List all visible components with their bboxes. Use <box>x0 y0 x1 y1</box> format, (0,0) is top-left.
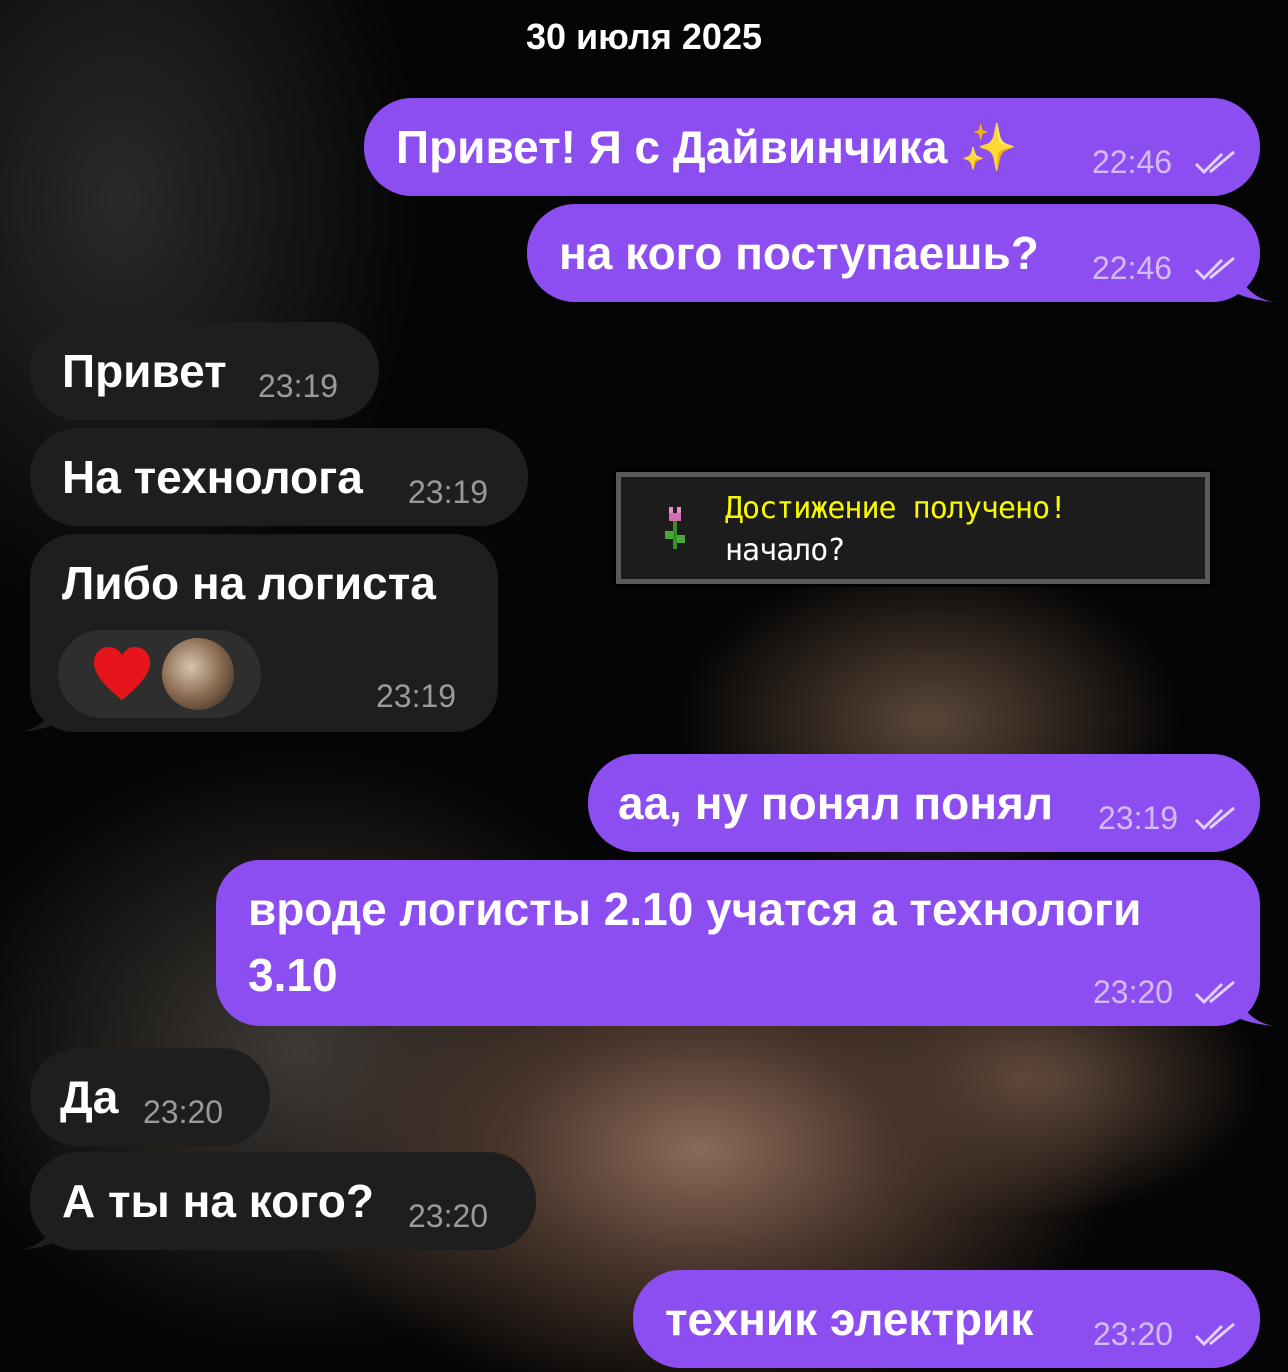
double-check-icon <box>1194 1322 1235 1347</box>
message-text: техник электрик <box>665 1293 1034 1345</box>
avatar <box>162 638 234 710</box>
achievement-sticker[interactable]: Достижение получено! начало? <box>613 469 1213 587</box>
message-time: 22:46 <box>1092 250 1173 286</box>
message-bubble-outgoing[interactable]: техник электрик 23:20 <box>633 1270 1260 1368</box>
message-bubble-outgoing[interactable]: аа, ну понял понял 23:19 <box>588 754 1260 852</box>
message-text-line-1: вроде логисты 2.10 учатся а технологи <box>248 883 1142 935</box>
message-bubble-incoming[interactable]: Да 23:20 <box>30 1048 270 1146</box>
message-text: аа, ну понял понял <box>618 777 1054 829</box>
message-bubble-outgoing[interactable]: вроде логисты 2.10 учатся а технологи 3.… <box>216 860 1260 1026</box>
message-text-line-2: 3.10 <box>248 949 338 1001</box>
message-text: Привет <box>62 345 227 397</box>
message-time: 23:19 <box>258 368 339 404</box>
double-check-icon <box>1194 150 1235 175</box>
message-time: 23:19 <box>1098 800 1179 836</box>
achievement-subtitle: начало? <box>725 533 845 568</box>
message-text: Да <box>60 1071 119 1123</box>
heart-icon <box>94 647 150 700</box>
double-check-icon <box>1194 980 1235 1005</box>
message-text: Привет! Я с Дайвинчика ✨ <box>396 121 1018 173</box>
message-time: 23:19 <box>408 474 489 510</box>
message-time: 23:20 <box>1093 974 1174 1010</box>
reaction-pill[interactable] <box>58 630 261 718</box>
date-header: 30 июля 2025 <box>526 16 762 57</box>
message-time: 23:20 <box>143 1094 224 1130</box>
message-text: На технолога <box>62 451 363 503</box>
message-bubble-incoming[interactable]: На технолога 23:19 <box>30 428 528 526</box>
message-bubble-incoming[interactable]: Либо на логиста 23:19 <box>30 534 498 732</box>
double-check-icon <box>1194 256 1235 281</box>
message-time: 23:19 <box>376 678 457 714</box>
message-bubble-outgoing[interactable]: Привет! Я с Дайвинчика ✨ 22:46 <box>364 98 1260 196</box>
message-text: Либо на логиста <box>62 557 436 609</box>
bubble-tail <box>1238 272 1274 302</box>
message-time: 23:20 <box>1093 1316 1174 1352</box>
bubble-tail <box>20 1220 56 1250</box>
achievement-title: Достижение получено! <box>725 491 1067 526</box>
message-bubble-incoming[interactable]: Привет 23:19 <box>30 322 379 420</box>
message-text: на кого поступаешь? <box>559 227 1039 279</box>
message-bubble-outgoing[interactable]: на кого поступаешь? 22:46 <box>527 204 1260 302</box>
bubble-tail <box>20 702 56 732</box>
message-bubble-incoming[interactable]: А ты на кого? 23:20 <box>30 1152 536 1250</box>
bubble-tail <box>1238 996 1274 1026</box>
message-time: 23:20 <box>408 1198 489 1234</box>
message-time: 22:46 <box>1092 144 1173 180</box>
tulip-icon <box>665 507 685 549</box>
message-text: А ты на кого? <box>62 1175 375 1227</box>
double-check-icon <box>1194 806 1235 831</box>
